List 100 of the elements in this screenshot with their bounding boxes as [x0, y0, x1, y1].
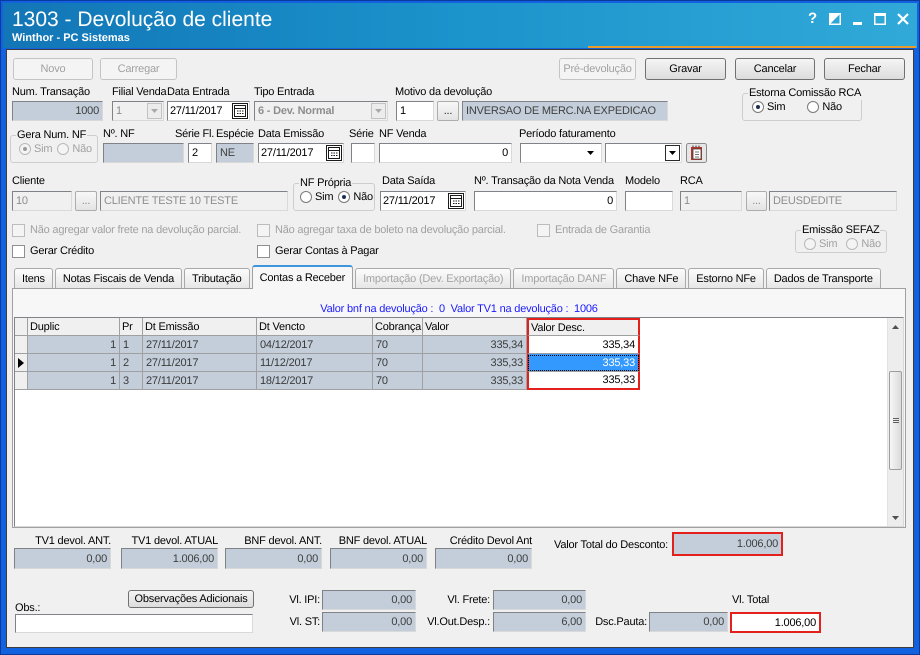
text-field[interactable]: 0,00 [14, 548, 111, 569]
radio-label: Sim [315, 190, 334, 204]
lookup-button[interactable]: ... [437, 101, 459, 121]
calendar-icon[interactable] [232, 103, 248, 119]
field-label: Dsc.Pauta: [595, 615, 647, 629]
field-label: Série Fl. [175, 127, 214, 141]
column-header[interactable]: Valor [423, 318, 527, 336]
text-field[interactable]: 0,00 [225, 548, 322, 569]
text-field[interactable] [103, 143, 184, 163]
field-label: RCA [680, 174, 703, 188]
text-field[interactable]: 1000 [12, 101, 103, 121]
tab[interactable]: Dados de Transporte [766, 268, 881, 288]
radio-label: Não [861, 237, 881, 251]
radio-button[interactable] [338, 191, 350, 203]
text-field[interactable]: 0 [474, 191, 617, 211]
text-field[interactable]: 0,00 [649, 612, 728, 632]
cancel-button[interactable]: Cancelar [735, 58, 815, 80]
radio-button[interactable] [300, 191, 312, 203]
tab[interactable]: Itens [14, 268, 53, 288]
table-cell: 1 [28, 372, 120, 390]
tab[interactable]: Chave NFe [616, 268, 686, 288]
text-field[interactable]: 0,00 [322, 612, 416, 632]
window-title: 1303 - Devolução de cliente [12, 8, 272, 32]
tab[interactable]: Notas Fiscais de Venda [54, 268, 182, 288]
table-cell: 70 [373, 336, 423, 354]
text-field[interactable]: 0,00 [330, 548, 427, 569]
maximize-icon[interactable] [874, 13, 886, 25]
calendar-icon[interactable] [448, 193, 464, 209]
text-field[interactable]: 0 [379, 143, 512, 163]
notes-button[interactable]: Observações Adicionais [128, 590, 254, 608]
table-cell: 04/12/2017 [257, 336, 373, 354]
close-icon[interactable] [897, 13, 909, 25]
summary-text: Valor bnf na devolução : 0 Valor TV1 na devolução : 1006 [320, 303, 598, 316]
notes-field[interactable] [15, 614, 253, 633]
checkbox-label: Gerar Contas à Pagar [275, 244, 379, 258]
table-cell: 1 [28, 354, 120, 372]
text-field[interactable]: 1.006,00 [730, 612, 821, 633]
text-field[interactable]: 6,00 [493, 612, 586, 632]
field-label: Data Emissão [258, 127, 324, 141]
text-field[interactable]: 1.006,00 [672, 532, 784, 556]
field-label: Filial Venda [112, 85, 166, 99]
table-cell: 70 [373, 354, 423, 372]
current-row-icon [18, 358, 24, 368]
column-header[interactable]: Pr [120, 318, 143, 336]
field-label: Espécie [216, 127, 254, 141]
field-label: Nº. NF [103, 127, 135, 141]
text-field[interactable]: 1.006,00 [121, 548, 218, 569]
tab[interactable]: Contas a Receber [252, 265, 354, 289]
calendar-icon[interactable] [326, 145, 342, 161]
checkbox-label: Não agregar taxa de boleto na devolução parcial. [275, 223, 506, 237]
checkbox[interactable] [257, 244, 270, 258]
tab[interactable]: Tributação [184, 268, 250, 288]
dropdown[interactable] [605, 143, 682, 163]
column-header[interactable]: Dt Emissão [143, 318, 257, 336]
field-label: TV1 devol. ANT. [35, 535, 111, 548]
scrollbar-track[interactable] [887, 318, 903, 526]
date-field[interactable]: 27/11/2017 [167, 101, 250, 121]
text-field[interactable]: 1 [396, 101, 434, 121]
caret-icon[interactable] [665, 145, 680, 161]
field-label: Série [349, 127, 374, 141]
field-label: Vl. ST: [290, 615, 320, 629]
text-field[interactable]: INVERSAO DE MERC.NA EXPEDICAO [462, 101, 668, 121]
field-label: Obs.: [15, 602, 40, 614]
calendar-icon[interactable] [686, 143, 707, 163]
table-cell: 2 [120, 354, 143, 372]
half-filled-square-icon[interactable] [829, 13, 841, 25]
text-field[interactable]: 0,00 [435, 548, 532, 569]
text-field[interactable]: 2 [188, 143, 212, 163]
row-header[interactable] [15, 354, 28, 372]
save-button[interactable]: Gravar [645, 58, 726, 80]
scroll-down-arrow-icon[interactable] [892, 516, 899, 520]
text-field[interactable] [351, 143, 375, 163]
field-label: TV1 devol. ATUAL [132, 535, 218, 548]
radio-button[interactable] [807, 101, 820, 113]
field-label: NF Venda [379, 127, 426, 141]
date-field[interactable]: 27/11/2017 [258, 143, 344, 163]
caret-icon[interactable] [587, 151, 594, 155]
scrollbar-thumb[interactable] [889, 371, 902, 470]
group-label: Emissão SEFAZ [801, 224, 880, 237]
text-field[interactable]: NE [216, 143, 254, 163]
checkbox[interactable] [12, 244, 25, 258]
date-field[interactable]: 27/11/2017 [380, 191, 466, 211]
close-form-button[interactable]: Fechar [824, 58, 905, 80]
grip-icon [892, 418, 898, 423]
field-label: Vl.Out.Desp.: [427, 615, 490, 629]
column-header[interactable]: Cobrança [373, 318, 423, 336]
radio-label: Sim [819, 237, 838, 251]
field-label: Vl. Total [732, 593, 770, 607]
column-header[interactable]: Valor Desc. [527, 318, 640, 336]
radio-button[interactable] [752, 101, 764, 113]
scroll-up-arrow-icon[interactable] [892, 324, 899, 328]
column-header[interactable]: Duplic [28, 318, 120, 336]
tab[interactable]: Estorno NFe [688, 268, 764, 288]
text-field[interactable]: 0,00 [322, 590, 416, 610]
group-label: Gera Num. NF [16, 129, 88, 142]
table-cell: 11/12/2017 [257, 354, 373, 372]
text-field[interactable] [625, 191, 673, 211]
column-header[interactable]: Dt Vencto [257, 318, 373, 336]
text-field[interactable]: 0,00 [493, 590, 586, 610]
table-cell: 27/11/2017 [143, 372, 257, 390]
